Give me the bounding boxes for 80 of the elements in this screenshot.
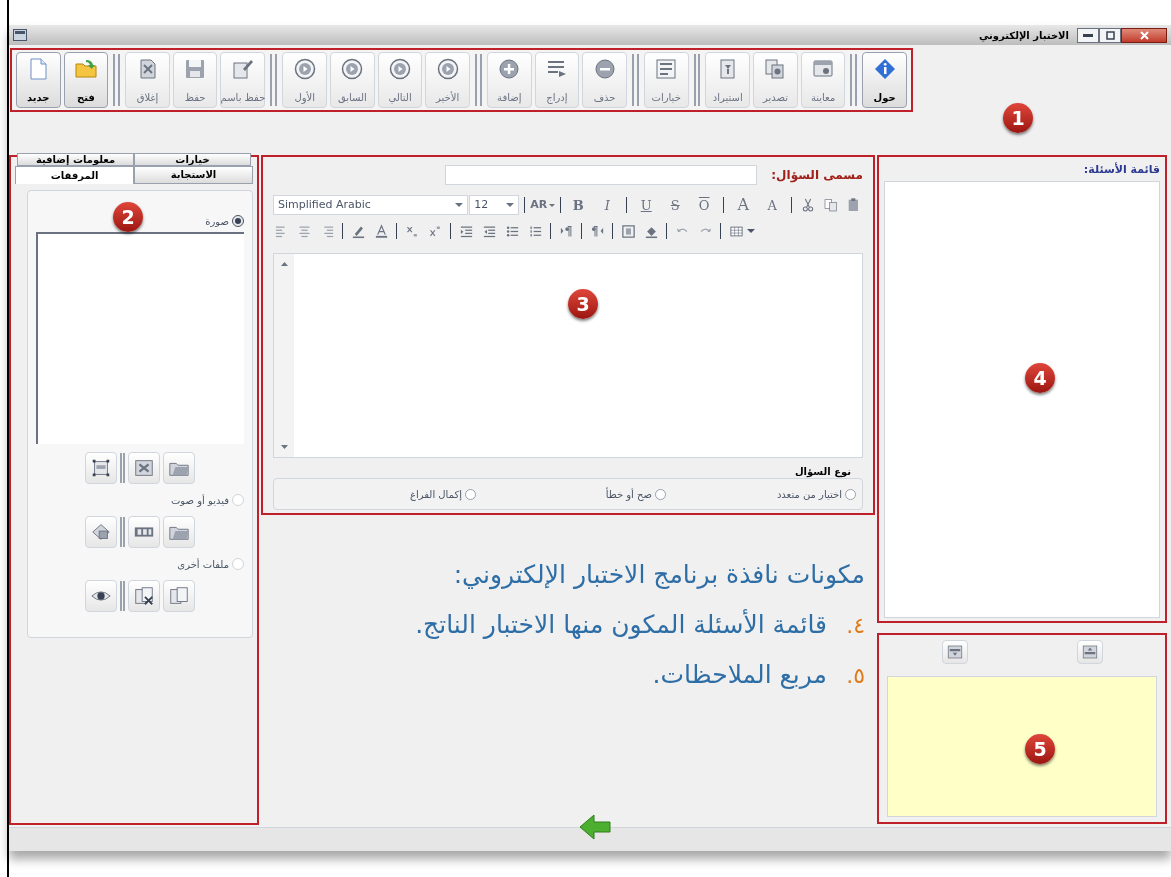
divider	[113, 54, 121, 106]
radio-option[interactable]: اختيار من متعدد	[666, 486, 856, 502]
tab[interactable]: الاستجابة	[134, 166, 253, 184]
app-icon	[13, 29, 27, 41]
framed-box-icon	[620, 223, 636, 239]
text-color-icon	[373, 223, 389, 239]
scroll-down-icon	[280, 445, 288, 449]
divider	[475, 54, 482, 106]
toolbar-button[interactable]: فتح	[63, 52, 109, 108]
toolbar-button[interactable]: جديد	[15, 52, 61, 108]
plus-circle-icon	[497, 57, 522, 81]
icon-button[interactable]	[128, 580, 160, 612]
divider	[693, 54, 701, 106]
heading: مكونات نافذة برنامج الاختبار الإلكتروني:	[452, 559, 865, 592]
arrow-icon	[578, 812, 614, 842]
size-dropdown[interactable]: 12	[469, 195, 520, 215]
field-label: مسمى السؤال:	[771, 167, 863, 184]
divider	[850, 54, 858, 106]
overline-button[interactable]: O	[694, 198, 715, 212]
framed-box-button[interactable]	[620, 223, 636, 239]
minimize-button[interactable]	[1077, 27, 1099, 43]
question-name-field[interactable]	[445, 165, 758, 185]
crossed-image-icon	[133, 457, 155, 479]
minimize-icon	[1083, 33, 1093, 37]
folder-icon	[73, 57, 98, 81]
icon-button[interactable]	[85, 452, 117, 484]
minus-circle-icon	[592, 57, 617, 81]
shrink-font-button[interactable]: A	[762, 198, 783, 212]
text-color-button[interactable]	[373, 223, 389, 239]
list-number: ٤.	[845, 612, 865, 640]
font-dropdown[interactable]: Simplified Arabic	[273, 195, 469, 215]
pages-cross-icon	[133, 585, 155, 607]
radio-option[interactable]: فيديو أو صوت	[36, 492, 244, 508]
scrollbar[interactable]	[274, 254, 294, 457]
toolbar-button[interactable]: حول	[862, 52, 907, 108]
window-title: الاختبار الإلكتروني	[978, 28, 1069, 43]
list-form-icon	[654, 57, 679, 81]
package-icon	[90, 521, 112, 543]
panel-title: قائمة الأسئلة:	[1082, 162, 1160, 178]
grow-font-button[interactable]: A	[733, 197, 754, 213]
list-number: ٥.	[845, 662, 865, 690]
maximize-icon	[1105, 30, 1115, 40]
icon-button[interactable]	[1076, 640, 1103, 664]
strikethrough-button[interactable]: S	[665, 198, 686, 212]
icon-button[interactable]	[85, 580, 117, 612]
divider	[120, 581, 125, 611]
pages-icon	[168, 585, 190, 607]
divider	[120, 517, 125, 547]
tab[interactable]: معلومات إضافية	[17, 153, 134, 166]
list-item: مربع الملاحظات.	[652, 659, 827, 691]
italic-button[interactable]: I	[597, 198, 618, 212]
ltr-paragraph-button[interactable]	[558, 223, 574, 239]
divider	[631, 54, 639, 106]
list-item: قائمة الأسئلة المكون منها الاختبار الناتج.	[415, 608, 827, 641]
copy-icon	[823, 197, 840, 213]
table-button[interactable]	[728, 223, 744, 239]
ltr-paragraph-icon	[558, 223, 574, 239]
group-title: نوع السؤال	[793, 466, 852, 478]
icon-button[interactable]	[128, 516, 160, 548]
radio-option[interactable]: صح أو خطأ	[476, 486, 666, 502]
language-dropdown[interactable]: AR	[530, 196, 556, 214]
resize-frame-icon	[90, 457, 112, 479]
close-button[interactable]	[1121, 27, 1167, 43]
icon-button[interactable]	[941, 640, 968, 664]
maximize-button[interactable]	[1099, 27, 1121, 43]
radio-option[interactable]: إكمال الفراغ	[286, 486, 476, 502]
underline-button[interactable]: U	[636, 198, 657, 212]
icon-button[interactable]	[128, 452, 160, 484]
tab[interactable]: المرفقات	[15, 166, 134, 184]
table-icon	[728, 223, 744, 239]
radio-option[interactable]: ملفات أخرى	[36, 556, 244, 572]
tab[interactable]: خيارات	[134, 153, 251, 166]
document-pen-icon	[230, 57, 255, 81]
divider	[270, 54, 278, 106]
rtl-paragraph-button[interactable]	[589, 223, 605, 239]
bold-button[interactable]: B	[568, 198, 589, 212]
divider	[120, 453, 125, 483]
rtl-paragraph-icon	[589, 223, 605, 239]
scroll-up-icon	[280, 262, 288, 266]
close-icon	[1139, 30, 1149, 40]
